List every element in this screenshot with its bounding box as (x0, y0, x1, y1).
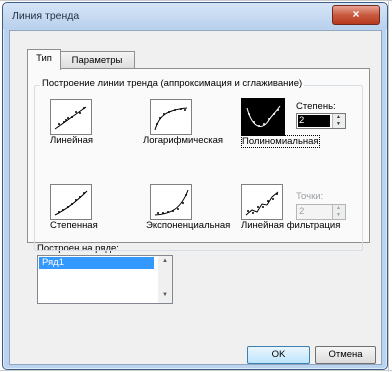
trend-group-label: Построение линии тренда (аппроксимация и… (40, 78, 305, 89)
trend-type-moving-average[interactable] (241, 184, 283, 220)
period-spin-arrows[interactable]: ▲ ▼ (332, 205, 345, 219)
trend-type-linear-label: Линейная (50, 135, 94, 146)
listbox-scrollbar[interactable]: ▲ ▼ (158, 256, 172, 303)
scroll-up-icon[interactable]: ▲ (162, 258, 168, 264)
spin-up-icon[interactable]: ▲ (336, 205, 341, 211)
trend-type-logarithmic-label: Логарифмическая (143, 135, 224, 146)
trend-type-power[interactable] (50, 184, 92, 220)
period-value: 2 (299, 206, 305, 217)
period-stepper[interactable]: 2 ▲ ▼ (296, 204, 346, 220)
sheet-gridline (0, 0, 392, 1)
scroll-down-icon[interactable]: ▼ (162, 292, 168, 298)
dialog-title: Линия тренда (12, 10, 80, 22)
trend-type-logarithmic[interactable] (150, 99, 192, 135)
degree-spin-arrows[interactable]: ▲ ▼ (332, 114, 345, 128)
linear-trend-icon (54, 106, 87, 130)
polynomial-trend-icon (246, 105, 281, 127)
trendline-dialog: Линия тренда × Тип Параметры Построение … (2, 2, 388, 370)
trend-type-polynomial-label: Полиномиальная (241, 135, 320, 148)
trend-type-linear[interactable] (50, 99, 92, 135)
dialog-client-area: Тип Параметры Построение линии тренда (а… (9, 30, 382, 365)
period-label: Точки: (296, 191, 324, 202)
close-icon: × (352, 7, 360, 21)
trend-type-exponential-label: Экспоненциальная (146, 220, 231, 231)
spin-up-icon[interactable]: ▲ (336, 114, 341, 120)
ok-button[interactable]: OK (247, 346, 310, 364)
sheet-gridline (388, 0, 389, 372)
cancel-button-label: Отмена (328, 349, 363, 360)
exponential-trend-icon (154, 189, 189, 216)
tab-parameters-label: Параметры (71, 55, 123, 66)
tab-parameters[interactable]: Параметры (59, 51, 135, 69)
spin-down-icon[interactable]: ▼ (336, 121, 341, 127)
trend-type-power-label: Степенная (50, 220, 98, 231)
list-item[interactable]: Ряд1 (39, 257, 154, 269)
sheet-gridline (0, 370, 392, 371)
tab-panel-type: Построение линии тренда (аппроксимация и… (27, 68, 370, 251)
trend-type-polynomial[interactable] (241, 98, 285, 136)
ok-button-label: OK (271, 349, 286, 360)
degree-label: Степень: (296, 101, 336, 112)
trend-type-moving-average-label: Линейная фильтрация (241, 220, 341, 231)
close-button[interactable]: × (332, 5, 380, 25)
degree-stepper[interactable]: 2 ▲ ▼ (296, 113, 346, 129)
tab-type[interactable]: Тип (27, 49, 61, 70)
spin-down-icon[interactable]: ▼ (336, 212, 341, 218)
power-trend-icon (54, 190, 88, 216)
title-bar[interactable]: Линия тренда × (3, 3, 387, 29)
cancel-button[interactable]: Отмена (315, 346, 376, 364)
tab-type-label: Тип (36, 53, 52, 64)
degree-value[interactable]: 2 (298, 115, 330, 127)
moving-average-trend-icon (245, 191, 279, 216)
series-listbox[interactable]: Ряд1 ▲ ▼ (37, 255, 173, 304)
trend-type-exponential[interactable] (150, 184, 192, 220)
logarithmic-trend-icon (154, 107, 188, 131)
